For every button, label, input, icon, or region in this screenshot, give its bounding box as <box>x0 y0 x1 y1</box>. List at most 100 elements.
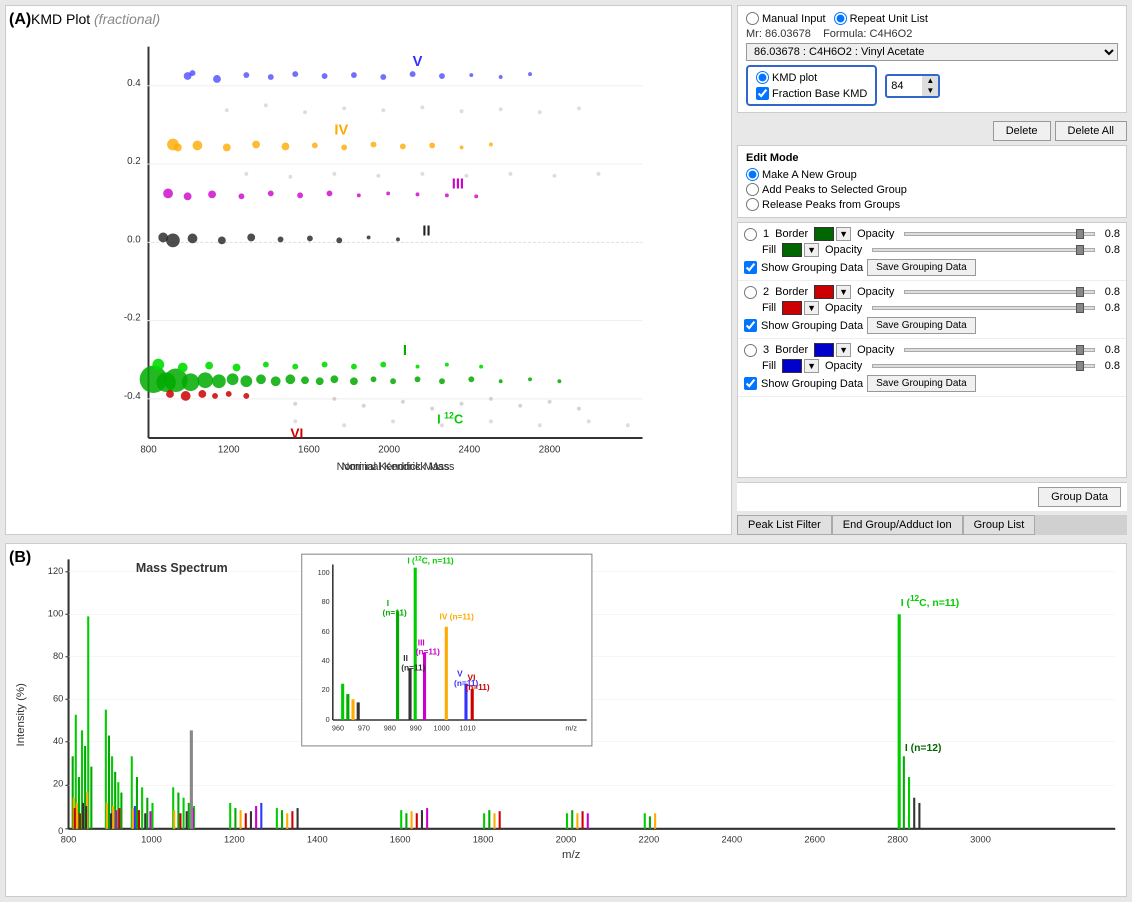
svg-text:40: 40 <box>322 656 330 665</box>
group-3-show-checkbox[interactable] <box>744 377 757 390</box>
repeat-unit-list-radio[interactable]: Repeat Unit List <box>834 12 928 25</box>
svg-text:Mass Spectrum: Mass Spectrum <box>136 561 228 575</box>
svg-text:m/z: m/z <box>562 849 581 861</box>
group-2-border-dropdown[interactable]: ▼ <box>836 285 851 299</box>
svg-text:800: 800 <box>61 834 77 844</box>
svg-text:-0.4: -0.4 <box>124 391 141 402</box>
group-data-row: Group Data <box>737 482 1127 511</box>
peak-list-filter-tab[interactable]: Peak List Filter <box>737 515 832 535</box>
svg-text:2400: 2400 <box>721 834 742 844</box>
group-3-radio[interactable] <box>744 344 757 357</box>
svg-text:20: 20 <box>322 685 330 694</box>
svg-text:(n=11): (n=11) <box>465 682 489 692</box>
spinbox-up[interactable]: ▲ <box>922 76 938 86</box>
group-1-show-checkbox[interactable] <box>744 261 757 274</box>
svg-text:1200: 1200 <box>218 445 240 456</box>
svg-text:100: 100 <box>48 608 64 618</box>
group-3-save-btn[interactable]: Save Grouping Data <box>867 375 976 392</box>
delete-button[interactable]: Delete <box>993 121 1051 141</box>
delete-buttons-row: Delete Delete All <box>737 121 1127 141</box>
group-data-button[interactable]: Group Data <box>1038 487 1121 507</box>
group-3-fill-opacity-slider[interactable] <box>1076 361 1084 371</box>
svg-text:990: 990 <box>410 723 422 732</box>
group-2-fill-opacity-slider[interactable] <box>1076 303 1084 313</box>
panel-b-label: (B) <box>9 549 31 567</box>
end-group-tab[interactable]: End Group/Adduct Ion <box>832 515 963 535</box>
svg-text:120: 120 <box>48 566 64 576</box>
svg-text:800: 800 <box>140 445 157 456</box>
svg-text:0: 0 <box>326 715 330 724</box>
svg-text:80: 80 <box>53 651 63 661</box>
group-1-fill-opacity-slider[interactable] <box>1076 245 1084 255</box>
svg-text:1400: 1400 <box>307 834 328 844</box>
svg-text:(n=11): (n=11) <box>383 607 407 617</box>
kmd-plot-title: KMD Plot (fractional) <box>31 11 160 27</box>
svg-text:I (12C, n=11): I (12C, n=11) <box>407 555 453 566</box>
tabs-row: Peak List Filter End Group/Adduct Ion Gr… <box>737 515 1127 535</box>
edit-mode-section: Edit Mode Make A New Group Add Peaks to … <box>737 145 1127 218</box>
svg-text:980: 980 <box>384 723 396 732</box>
kmd-plot-radio[interactable]: KMD plot <box>756 71 867 84</box>
delete-all-button[interactable]: Delete All <box>1055 121 1127 141</box>
group-3-opacity-slider[interactable] <box>1076 345 1084 355</box>
svg-text:1600: 1600 <box>390 834 411 844</box>
group-3-fill-dropdown[interactable]: ▼ <box>804 359 819 373</box>
groups-panel: 1 Border ▼ Opacity 0.8 <box>737 222 1127 478</box>
group-1-opacity-slider[interactable] <box>1076 229 1084 239</box>
svg-text:(n=11): (n=11) <box>401 662 425 672</box>
group-1-fill-dropdown[interactable]: ▼ <box>804 243 819 257</box>
make-new-group-radio[interactable]: Make A New Group <box>746 168 1118 181</box>
svg-text:I (12C, n=11): I (12C, n=11) <box>901 593 959 609</box>
group-2-show-checkbox[interactable] <box>744 319 757 332</box>
group-1-row: 1 Border ▼ Opacity 0.8 <box>738 223 1126 281</box>
group-2-fill-dropdown[interactable]: ▼ <box>804 301 819 315</box>
group-1-border-color <box>814 227 834 241</box>
svg-text:(n=11): (n=11) <box>416 647 440 657</box>
svg-text:3000: 3000 <box>970 834 991 844</box>
svg-text:IV: IV <box>334 123 348 139</box>
add-peaks-radio[interactable]: Add Peaks to Selected Group <box>746 183 1118 196</box>
fraction-base-kmd-checkbox[interactable]: Fraction Base KMD <box>756 87 867 100</box>
svg-text:III: III <box>452 177 464 193</box>
svg-text:40: 40 <box>53 736 63 746</box>
release-peaks-radio[interactable]: Release Peaks from Groups <box>746 198 1118 211</box>
svg-text:2000: 2000 <box>556 834 577 844</box>
compound-dropdown[interactable]: 86.03678 : C4H6O2 : Vinyl Acetate <box>746 43 1118 61</box>
spinbox-down[interactable]: ▼ <box>922 86 938 96</box>
svg-text:2800: 2800 <box>539 445 561 456</box>
group-1-save-btn[interactable]: Save Grouping Data <box>867 259 976 276</box>
svg-text:60: 60 <box>322 627 330 636</box>
svg-text:m/z: m/z <box>565 723 577 732</box>
group-3-border-dropdown[interactable]: ▼ <box>836 343 851 357</box>
group-1-radio[interactable] <box>744 228 757 241</box>
group-2-radio[interactable] <box>744 286 757 299</box>
svg-text:2200: 2200 <box>639 834 660 844</box>
group-1-border-dropdown[interactable]: ▼ <box>836 227 851 241</box>
svg-text:60: 60 <box>53 693 63 703</box>
group-1-fill-color <box>782 243 802 257</box>
svg-text:1200: 1200 <box>224 834 245 844</box>
spinbox-input[interactable] <box>887 80 922 92</box>
kmd-plot-svg: 0.4 0.2 0.0 -0.2 -0.4 800 1200 1600 2000… <box>21 32 726 482</box>
svg-text:V: V <box>413 54 423 70</box>
svg-text:1600: 1600 <box>298 445 320 456</box>
svg-text:2600: 2600 <box>804 834 825 844</box>
mass-spectrum-section: (B) Intensity (%) 0 20 40 60 <box>5 543 1127 897</box>
group-2-save-btn[interactable]: Save Grouping Data <box>867 317 976 334</box>
svg-text:1010: 1010 <box>459 723 475 732</box>
group-3-row: 3 Border ▼ Opacity 0.8 <box>738 339 1126 397</box>
svg-text:0.0: 0.0 <box>127 234 141 245</box>
mr-formula-display: Mr: 86.03678 Formula: C4H6O2 <box>746 28 1118 40</box>
svg-text:20: 20 <box>53 778 63 788</box>
manual-input-radio[interactable]: Manual Input <box>746 12 826 25</box>
group-2-border-color <box>814 285 834 299</box>
group-list-tab[interactable]: Group List <box>963 515 1036 535</box>
group-2-opacity-slider[interactable] <box>1076 287 1084 297</box>
svg-text:-0.2: -0.2 <box>124 313 141 324</box>
svg-text:970: 970 <box>358 723 370 732</box>
group-3-fill-color <box>782 359 802 373</box>
svg-text:2000: 2000 <box>378 445 400 456</box>
svg-text:960: 960 <box>332 723 344 732</box>
svg-text:I: I <box>403 343 407 359</box>
mass-spectrum-svg: Intensity (%) 0 20 40 60 80 100 <box>11 549 1121 891</box>
